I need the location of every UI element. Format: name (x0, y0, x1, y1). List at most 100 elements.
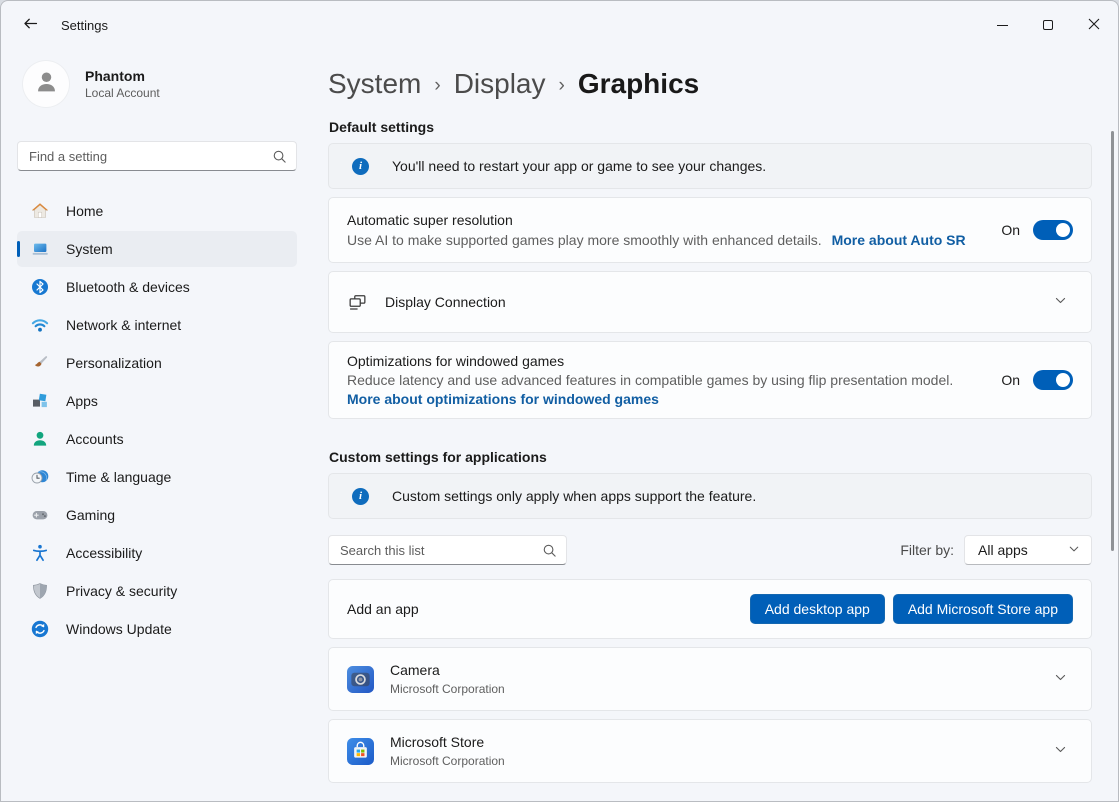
sidebar: Phantom Local Account Home System (1, 49, 313, 801)
app-info: Microsoft Store Microsoft Corporation (390, 721, 505, 781)
app-list-tools: Filter by: All apps (328, 535, 1092, 565)
sidebar-item-system[interactable]: System (17, 231, 297, 267)
app-expand-button[interactable] (1047, 738, 1073, 764)
auto-sr-description: Use AI to make supported games play more… (347, 232, 966, 248)
system-icon (30, 239, 50, 259)
chevron-down-icon (1054, 743, 1067, 759)
titlebar: Settings (1, 1, 1118, 49)
display-connection-expand-button[interactable] (1047, 289, 1073, 315)
vertical-scrollbar[interactable] (1111, 131, 1114, 551)
gamepad-icon (30, 505, 50, 525)
breadcrumb: System › Display › Graphics (328, 65, 1092, 103)
app-name: Microsoft Store (390, 734, 505, 750)
maximize-icon (1043, 20, 1053, 30)
auto-sr-toggle[interactable] (1033, 220, 1073, 240)
auto-sr-title: Automatic super resolution (347, 212, 966, 228)
sidebar-item-label: System (66, 241, 113, 257)
sidebar-item-personalization[interactable]: Personalization (17, 345, 297, 381)
sidebar-item-time-language[interactable]: Time & language (17, 459, 297, 495)
custom-settings-notice-text: Custom settings only apply when apps sup… (392, 488, 756, 504)
display-connection-icon (347, 292, 368, 313)
auto-sr-controls: On (1001, 220, 1073, 240)
settings-search-box (17, 141, 297, 171)
sidebar-nav: Home System Bluetooth & devices Network … (17, 193, 297, 647)
sidebar-item-label: Network & internet (66, 317, 181, 333)
search-icon (542, 543, 557, 563)
window-title: Settings (61, 18, 108, 33)
windowed-games-learn-more-link[interactable]: More about optimizations for windowed ga… (347, 391, 659, 407)
auto-sr-learn-more-link[interactable]: More about Auto SR (832, 232, 966, 248)
breadcrumb-display[interactable]: Display (454, 68, 546, 100)
sidebar-item-label: Personalization (66, 355, 162, 371)
sidebar-item-network-internet[interactable]: Network & internet (17, 307, 297, 343)
chevron-down-icon (1054, 671, 1067, 687)
sidebar-item-home[interactable]: Home (17, 193, 297, 229)
windowed-games-card: Optimizations for windowed games Reduce … (328, 341, 1092, 419)
search-icon (272, 149, 287, 169)
info-icon: i (352, 158, 369, 175)
app-list-search-input[interactable] (329, 536, 566, 564)
sidebar-item-accessibility[interactable]: Accessibility (17, 535, 297, 571)
maximize-button[interactable] (1025, 1, 1071, 49)
close-button[interactable] (1071, 1, 1117, 49)
breadcrumb-system[interactable]: System (328, 68, 421, 100)
close-icon (1088, 18, 1100, 33)
window-controls (979, 1, 1117, 49)
display-connection-title: Display Connection (385, 294, 506, 310)
settings-window: Settings Phantom Local Account (0, 0, 1119, 802)
windowed-games-toggle[interactable] (1033, 370, 1073, 390)
filter-by-label: Filter by: (900, 542, 954, 558)
avatar (23, 61, 69, 107)
breadcrumb-separator-icon: › (434, 72, 440, 97)
main-content: System › Display › Graphics Default sett… (313, 49, 1118, 801)
user-info: Phantom Local Account (85, 68, 160, 100)
auto-sr-text: Automatic super resolution Use AI to mak… (347, 199, 966, 261)
breadcrumb-graphics: Graphics (578, 68, 699, 100)
sidebar-item-apps[interactable]: Apps (17, 383, 297, 419)
accessibility-icon (30, 543, 50, 563)
settings-search-input[interactable] (18, 142, 296, 170)
app-row-camera[interactable]: Camera Microsoft Corporation (328, 647, 1092, 711)
display-connection-card[interactable]: Display Connection (328, 271, 1092, 333)
windowed-games-description: Reduce latency and use advanced features… (347, 372, 953, 388)
sidebar-item-label: Home (66, 203, 103, 219)
auto-sr-toggle-state: On (1001, 222, 1020, 238)
app-publisher: Microsoft Corporation (390, 682, 505, 696)
filter-dropdown-value: All apps (978, 542, 1028, 558)
add-store-app-button[interactable]: Add Microsoft Store app (893, 594, 1073, 624)
bluetooth-icon (30, 277, 50, 297)
windows-update-icon (30, 619, 50, 639)
info-icon: i (352, 488, 369, 505)
sidebar-item-label: Privacy & security (66, 583, 177, 599)
sidebar-item-gaming[interactable]: Gaming (17, 497, 297, 533)
sidebar-item-windows-update[interactable]: Windows Update (17, 611, 297, 647)
apps-icon (30, 391, 50, 411)
windowed-games-toggle-state: On (1001, 372, 1020, 388)
sidebar-item-bluetooth-devices[interactable]: Bluetooth & devices (17, 269, 297, 305)
sidebar-item-label: Accounts (66, 431, 124, 447)
toggle-knob (1056, 373, 1070, 387)
sidebar-item-privacy-security[interactable]: Privacy & security (17, 573, 297, 609)
app-info: Camera Microsoft Corporation (390, 649, 505, 709)
sidebar-item-accounts[interactable]: Accounts (17, 421, 297, 457)
add-desktop-app-button[interactable]: Add desktop app (750, 594, 885, 624)
sidebar-item-label: Gaming (66, 507, 115, 523)
user-card: Phantom Local Account (23, 61, 297, 107)
restart-notice-text: You'll need to restart your app or game … (392, 158, 766, 174)
add-app-row: Add an app Add desktop app Add Microsoft… (328, 579, 1092, 639)
minimize-button[interactable] (979, 1, 1025, 49)
filter-dropdown[interactable]: All apps (964, 535, 1092, 565)
minimize-icon (997, 25, 1008, 26)
sidebar-item-label: Apps (66, 393, 98, 409)
back-arrow-icon (22, 15, 39, 35)
camera-app-icon (347, 666, 374, 693)
app-row-microsoft-store[interactable]: Microsoft Store Microsoft Corporation (328, 719, 1092, 783)
windowed-games-text: Optimizations for windowed games Reduce … (347, 340, 953, 420)
back-button[interactable] (13, 10, 47, 40)
wifi-icon (30, 315, 50, 335)
time-language-icon (30, 467, 50, 487)
custom-settings-notice-banner: i Custom settings only apply when apps s… (328, 473, 1092, 519)
shield-icon (30, 581, 50, 601)
app-expand-button[interactable] (1047, 666, 1073, 692)
chevron-down-icon (1068, 542, 1080, 558)
